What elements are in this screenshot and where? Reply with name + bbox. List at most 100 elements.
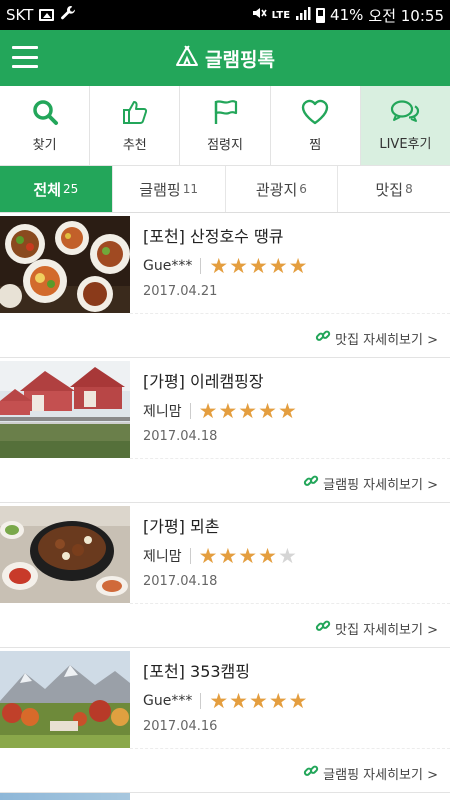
signal-icon xyxy=(295,6,311,25)
tent-logo-icon xyxy=(175,45,199,72)
tab-count: 6 xyxy=(299,182,307,196)
meta-separator xyxy=(200,693,202,709)
hamburger-bar xyxy=(12,65,38,68)
star-filled-icon: ★ xyxy=(218,544,238,568)
meta-separator xyxy=(189,548,191,564)
review-item[interactable]: [포천] 산정호수 땡큐 Gue*** ★ ★ ★ ★ ★ 2017.04.21 맛집 … xyxy=(0,213,450,358)
detail-link-label: 맛집 자세히보기 > xyxy=(335,332,438,348)
item-divider xyxy=(130,748,450,749)
hamburger-bar xyxy=(12,55,38,59)
detail-link[interactable]: 맛집 자세히보기 > xyxy=(315,328,438,348)
tab-restaurants[interactable]: 맛집 8 xyxy=(338,166,450,212)
nav-territory[interactable]: 점령지 xyxy=(180,86,271,165)
review-date: 2017.04.18 xyxy=(143,429,218,444)
image-notification-icon xyxy=(39,9,55,21)
detail-link-label: 글램핑 자세히보기 > xyxy=(323,767,438,783)
nav-search[interactable]: 찾기 xyxy=(0,86,91,165)
app-brand: 글램핑톡 xyxy=(175,45,275,72)
review-author: 제니맘 xyxy=(143,549,182,565)
star-filled-icon: ★ xyxy=(258,544,277,568)
review-title: [가평] 이레캠핑장 xyxy=(143,372,264,391)
battery-icon xyxy=(316,7,326,23)
star-filled-icon: ★ xyxy=(268,689,288,713)
item-divider xyxy=(130,603,450,604)
review-thumbnail xyxy=(0,216,130,313)
tab-glamping[interactable]: 글램핑 11 xyxy=(113,166,226,212)
top-nav: 찾기 추천 점령지 찜 LIVE후기 xyxy=(0,86,450,166)
link-icon xyxy=(315,618,331,638)
star-rating: ★ ★ ★ ★ ★ xyxy=(209,255,307,277)
review-title: [가평] 뫼촌 xyxy=(143,517,220,536)
heart-icon xyxy=(300,98,330,126)
carrier-label: SKT xyxy=(6,6,34,24)
star-filled-icon: ★ xyxy=(229,689,248,713)
nav-label: LIVE후기 xyxy=(379,137,432,152)
nav-label: 추천 xyxy=(122,138,147,153)
clock: 오전 10:55 xyxy=(368,6,444,25)
thumbs-up-icon xyxy=(121,98,149,126)
star-filled-icon: ★ xyxy=(238,399,258,423)
star-filled-icon: ★ xyxy=(209,254,229,278)
nav-label: 찾기 xyxy=(32,138,57,153)
detail-link[interactable]: 맛집 자세히보기 > xyxy=(315,618,438,638)
star-filled-icon: ★ xyxy=(209,689,229,713)
star-filled-icon: ★ xyxy=(288,254,308,278)
chat-bubbles-icon xyxy=(390,99,420,125)
review-date: 2017.04.21 xyxy=(143,284,218,299)
link-icon xyxy=(315,328,331,348)
detail-link[interactable]: 글램핑 자세히보기 > xyxy=(303,763,438,783)
star-filled-icon: ★ xyxy=(198,399,218,423)
nav-recommend[interactable]: 추천 xyxy=(90,86,181,165)
star-filled-icon: ★ xyxy=(268,254,288,278)
star-filled-icon: ★ xyxy=(249,689,268,713)
menu-button[interactable] xyxy=(12,44,38,70)
app-header: 글램핑톡 xyxy=(0,30,450,86)
detail-link[interactable]: 글램핑 자세히보기 > xyxy=(303,473,438,493)
star-rating: ★ ★ ★ ★ ★ xyxy=(209,690,307,712)
star-filled-icon: ★ xyxy=(249,254,268,278)
star-empty-icon: ★ xyxy=(277,544,297,568)
review-author: Gue*** xyxy=(143,693,193,709)
review-date: 2017.04.16 xyxy=(143,719,218,734)
next-item-peek xyxy=(0,793,450,800)
tab-attractions[interactable]: 관광지 6 xyxy=(226,166,339,212)
review-title: [포천] 산정호수 땡큐 xyxy=(143,227,284,246)
review-info: [포천] 산정호수 땡큐 Gue*** ★ ★ ★ ★ ★ 2017.04.21 xyxy=(143,227,440,299)
nav-wishlist[interactable]: 찜 xyxy=(271,86,361,165)
review-item[interactable]: [가평] 이레캠핑장 제니맘 ★ ★ ★ ★ ★ 2017.04.18 글램핑 자세히보… xyxy=(0,358,450,503)
review-info: [가평] 이레캠핑장 제니맘 ★ ★ ★ ★ ★ 2017.04.18 xyxy=(143,372,440,444)
tab-count: 8 xyxy=(405,182,413,196)
tab-label: 맛집 xyxy=(375,180,404,199)
review-item[interactable]: [포천] 353캠핑 Gue*** ★ ★ ★ ★ ★ 2017.04.16 글램핑 자… xyxy=(0,648,450,793)
review-list: [포천] 산정호수 땡큐 Gue*** ★ ★ ★ ★ ★ 2017.04.21 맛집 … xyxy=(0,213,450,793)
review-title: [포천] 353캠핑 xyxy=(143,662,250,681)
tab-all[interactable]: 전체 25 xyxy=(0,166,113,212)
meta-separator xyxy=(200,258,202,274)
item-divider xyxy=(130,313,450,314)
review-meta: Gue*** ★ ★ ★ ★ ★ xyxy=(143,690,440,712)
tab-count: 25 xyxy=(63,182,79,196)
review-author: Gue*** xyxy=(143,258,193,274)
meta-separator xyxy=(189,403,191,419)
hamburger-bar xyxy=(12,46,38,49)
tab-label: 관광지 xyxy=(255,180,298,199)
review-item[interactable]: [가평] 뫼촌 제니맘 ★ ★ ★ ★ ★ 2017.04.18 맛집 자세히보기 > xyxy=(0,503,450,648)
nav-live-review[interactable]: LIVE후기 xyxy=(360,86,450,165)
flag-icon xyxy=(211,98,239,126)
star-rating: ★ ★ ★ ★ ★ xyxy=(199,545,297,567)
tab-count: 11 xyxy=(182,182,198,196)
star-filled-icon: ★ xyxy=(288,689,308,713)
search-icon xyxy=(31,98,59,126)
link-icon xyxy=(303,763,319,783)
review-date: 2017.04.18 xyxy=(143,574,218,589)
review-thumbnail xyxy=(0,361,130,458)
review-thumbnail xyxy=(0,651,130,748)
review-info: [가평] 뫼촌 제니맘 ★ ★ ★ ★ ★ 2017.04.18 xyxy=(143,517,440,589)
star-filled-icon: ★ xyxy=(277,399,297,423)
detail-link-label: 글램핑 자세히보기 > xyxy=(323,477,438,493)
mute-icon xyxy=(251,5,267,25)
nav-label: 찜 xyxy=(309,138,322,153)
link-icon xyxy=(303,473,319,493)
nav-label: 점령지 xyxy=(207,138,243,153)
star-filled-icon: ★ xyxy=(198,544,218,568)
